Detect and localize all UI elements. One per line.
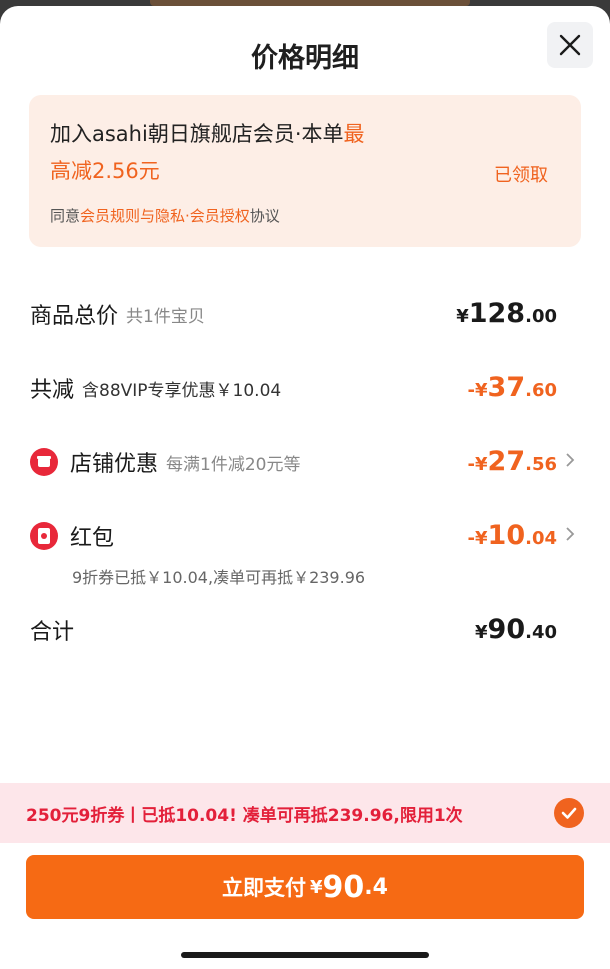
store-discount-amount: -¥27.56 bbox=[468, 446, 557, 477]
checkmark-glyph bbox=[561, 807, 577, 819]
membership-card: 加入asahi朝日旗舰店会员·本单最 高减2.56元 已领取 同意会员规则与隐私… bbox=[29, 95, 581, 247]
row-store-discount[interactable]: 店铺优惠 每满1件减20元等 -¥27.56 bbox=[30, 446, 580, 478]
amount-dec: .40 bbox=[525, 622, 557, 643]
sheet-title: 价格明细 bbox=[251, 43, 359, 74]
goods-total-amount: ¥128.00 bbox=[456, 298, 557, 329]
row-sum: 合计 ¥90.40 bbox=[30, 614, 580, 646]
amount-int: 90 bbox=[322, 869, 365, 905]
store-icon bbox=[30, 448, 58, 476]
close-button[interactable] bbox=[547, 22, 593, 68]
red-packet-note: 9折券已抵￥10.04,凑单可再抵￥239.96 bbox=[72, 568, 366, 587]
amount-int: 90 bbox=[487, 614, 526, 645]
red-packet-amount: -¥10.04 bbox=[468, 520, 557, 551]
membership-agreement: 同意会员规则与隐私·会员授权协议 bbox=[50, 205, 280, 226]
reduction-amount: -¥37.60 bbox=[468, 372, 557, 403]
row-total-reduction: 共减 含88VIP专享优惠￥10.04 -¥37.60 bbox=[30, 372, 580, 404]
amount-dec: .60 bbox=[525, 380, 557, 401]
coupon-banner-text: 250元9折券丨已抵10.04! 凑单可再抵239.96,限用1次 bbox=[26, 806, 463, 826]
red-packet-icon bbox=[30, 522, 58, 550]
store-icon-glyph bbox=[37, 456, 51, 467]
amount-int: 27 bbox=[487, 446, 526, 477]
reduction-label: 共减 bbox=[30, 378, 75, 403]
sum-label: 合计 bbox=[30, 620, 75, 645]
store-discount-label: 店铺优惠 bbox=[70, 452, 159, 477]
membership-status[interactable]: 已领取 bbox=[494, 161, 548, 187]
goods-total-label: 商品总价 bbox=[30, 304, 119, 329]
red-packet-icon-glyph bbox=[38, 528, 50, 544]
close-icon bbox=[559, 34, 581, 56]
checkmark-icon[interactable] bbox=[554, 798, 584, 828]
store-discount-detail: 每满1件减20元等 bbox=[166, 454, 301, 475]
reduction-detail: 含88VIP专享优惠￥10.04 bbox=[82, 380, 282, 401]
amount-int: 128 bbox=[468, 298, 526, 329]
membership-saving: 高减2.56元 bbox=[50, 159, 160, 183]
coupon-banner[interactable]: 250元9折券丨已抵10.04! 凑单可再抵239.96,限用1次 bbox=[0, 783, 610, 843]
sum-amount: ¥90.40 bbox=[475, 614, 557, 645]
amount-dec: .4 bbox=[364, 874, 388, 900]
amount-dec: .00 bbox=[525, 306, 557, 327]
chevron-right-icon bbox=[566, 453, 575, 467]
row-red-packet[interactable]: 红包 -¥10.04 9折券已抵￥10.04,凑单可再抵￥239.96 bbox=[30, 520, 580, 587]
amount-dec: .04 bbox=[525, 528, 557, 549]
red-packet-label: 红包 bbox=[70, 526, 115, 551]
chevron-right-icon bbox=[566, 527, 575, 541]
price-detail-sheet: 价格明细 加入asahi朝日旗舰店会员·本单最 高减2.56元 已领取 同意会员… bbox=[0, 6, 610, 969]
currency: -¥ bbox=[467, 528, 488, 549]
currency: ¥ bbox=[310, 876, 323, 898]
pay-now-button[interactable]: 立即支付 ¥90.4 bbox=[26, 855, 584, 919]
amount-int: 10 bbox=[487, 520, 526, 551]
membership-highlight: 最 bbox=[343, 122, 365, 146]
currency: -¥ bbox=[467, 380, 488, 401]
agreement-prefix: 同意 bbox=[50, 207, 81, 225]
currency: ¥ bbox=[475, 622, 488, 643]
membership-text: 加入asahi朝日旗舰店会员·本单 bbox=[50, 122, 344, 146]
agreement-suffix: 协议 bbox=[249, 207, 280, 225]
amount-int: 37 bbox=[487, 372, 526, 403]
home-indicator[interactable] bbox=[181, 952, 429, 958]
membership-line1: 加入asahi朝日旗舰店会员·本单最 bbox=[50, 118, 365, 148]
pay-label: 立即支付 bbox=[222, 876, 307, 900]
goods-count: 共1件宝贝 bbox=[126, 306, 205, 327]
amount-dec: .56 bbox=[525, 454, 557, 475]
agreement-link[interactable]: 会员规则与隐私·会员授权 bbox=[80, 207, 250, 225]
row-goods-total: 商品总价 共1件宝贝 ¥128.00 bbox=[30, 298, 580, 330]
currency: -¥ bbox=[467, 454, 488, 475]
currency: ¥ bbox=[456, 306, 469, 327]
